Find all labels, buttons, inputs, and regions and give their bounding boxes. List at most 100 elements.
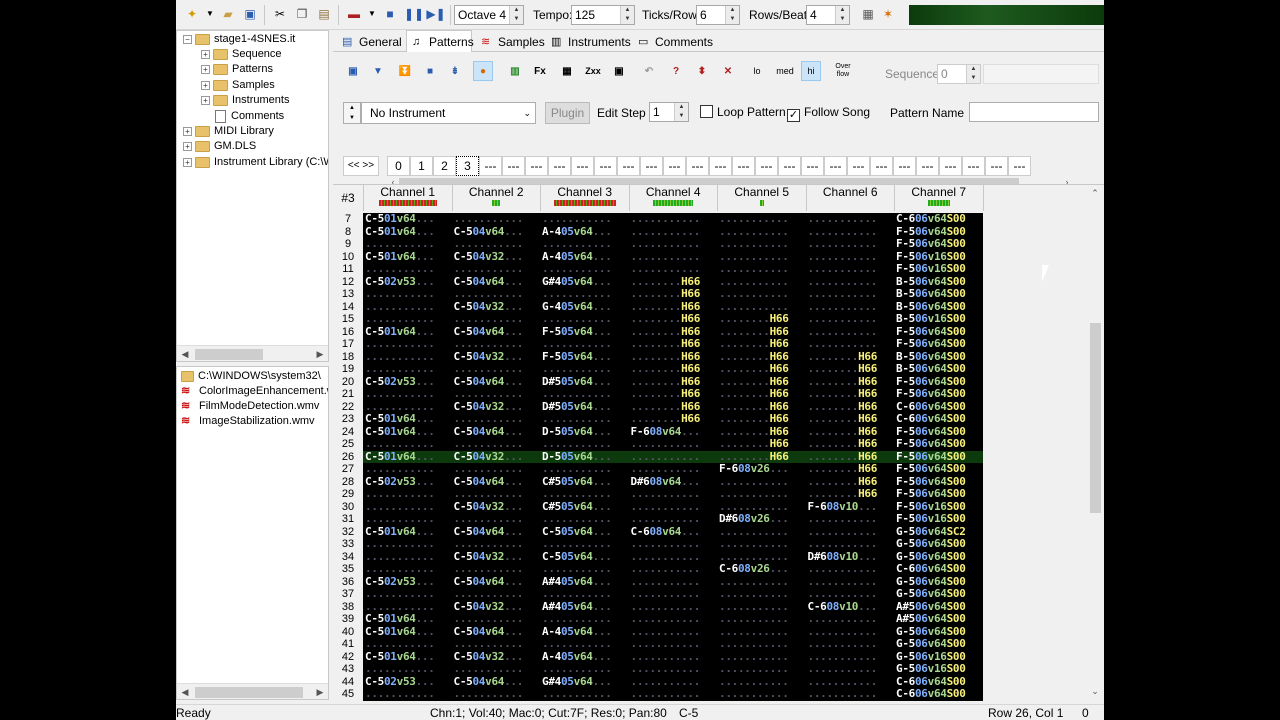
lo-button[interactable]: lo xyxy=(747,61,767,81)
file-dir[interactable]: C:\WINDOWS\system32\ xyxy=(181,369,321,384)
rows-per-beat-spinner[interactable]: 4 ▲ ▼ xyxy=(806,5,850,25)
order-nav-button[interactable]: << >> xyxy=(343,156,379,176)
order-item[interactable]: --- xyxy=(755,156,778,176)
ticks-spinner[interactable]: 6 ▲ ▼ xyxy=(696,5,740,25)
paste-icon[interactable]: ▤ xyxy=(316,6,332,22)
tree-item-comments[interactable]: Comments xyxy=(215,109,284,124)
channel-header[interactable]: Channel 6 xyxy=(806,185,895,211)
sequence-spinner[interactable]: 0 ▲ ▼ xyxy=(937,64,981,84)
order-item[interactable]: 3 xyxy=(456,156,479,176)
spin-arrows-icon[interactable]: ▲ ▼ xyxy=(966,65,980,83)
pattern-cell[interactable]: ........... xyxy=(719,687,789,701)
file-item[interactable]: ≋ ColorImageEnhancement.wr xyxy=(181,384,328,399)
octave-spinner[interactable]: Octave 4 ▲ ▼ xyxy=(454,5,524,25)
order-item[interactable]: --- xyxy=(939,156,962,176)
tab-general[interactable]: ▤ General xyxy=(337,32,403,52)
files-horizontal-scrollbar[interactable]: ◀ ▶ xyxy=(177,683,328,699)
order-item[interactable]: --- xyxy=(962,156,985,176)
pattern-cell[interactable]: ........... xyxy=(631,687,701,701)
collapse-icon[interactable]: − xyxy=(183,35,192,44)
open-folder-icon[interactable]: ▰ xyxy=(220,6,236,22)
order-item[interactable]: --- xyxy=(732,156,755,176)
tab-patterns[interactable]: ♫ Patterns xyxy=(406,30,474,53)
play-dropdown-icon[interactable]: ▼ xyxy=(364,6,380,22)
scrollbar-thumb[interactable] xyxy=(195,349,263,360)
order-item[interactable]: --- xyxy=(479,156,502,176)
pattern-cell[interactable]: C-606v64S00 xyxy=(896,687,966,701)
new-pattern-icon[interactable]: ▣ xyxy=(343,61,363,81)
tab-instruments[interactable]: ▥ Instruments xyxy=(546,32,631,52)
instrument-spin-icon[interactable]: ▲ ▼ xyxy=(343,102,361,124)
expand-icon[interactable]: + xyxy=(201,65,210,74)
cut-icon[interactable]: ✂ xyxy=(272,6,288,22)
pattern-name-input[interactable] xyxy=(969,102,1099,122)
scrollbar-thumb[interactable] xyxy=(195,687,303,698)
loop-pattern-checkbox[interactable]: Loop Pattern xyxy=(700,105,786,119)
play-row-icon[interactable]: ⇟ xyxy=(445,61,465,81)
channel-header[interactable]: Channel 7 xyxy=(895,185,984,211)
help-icon[interactable]: ? xyxy=(666,61,686,81)
scroll-left-icon[interactable]: ◀ xyxy=(177,346,193,361)
tempo-spinner[interactable]: 125 ▲ ▼ xyxy=(571,5,635,25)
spin-arrows-icon[interactable]: ▲ ▼ xyxy=(725,6,739,24)
order-item[interactable]: 1 xyxy=(410,156,433,176)
undo-icon[interactable]: ↶ xyxy=(639,61,659,81)
expand-icon[interactable]: + xyxy=(201,50,210,59)
expand-icon[interactable]: + xyxy=(183,158,192,167)
pattern-vertical-scrollbar[interactable]: ⌃ ⌄ xyxy=(1087,185,1104,701)
order-item[interactable]: --- xyxy=(686,156,709,176)
spin-arrows-icon[interactable]: ▲ ▼ xyxy=(509,6,523,24)
order-item[interactable]: --- xyxy=(778,156,801,176)
order-item[interactable]: --- xyxy=(893,156,916,176)
scroll-right-icon[interactable]: ▶ xyxy=(312,684,328,699)
new-file-icon[interactable]: ✦ xyxy=(184,6,200,22)
order-item[interactable]: --- xyxy=(663,156,686,176)
file-item[interactable]: ≋ FilmModeDetection.wmv xyxy=(181,399,319,414)
order-item[interactable]: --- xyxy=(640,156,663,176)
med-button[interactable]: med xyxy=(772,61,798,81)
effects-icon[interactable]: Fx xyxy=(530,61,550,81)
tree-view[interactable]: − stage1-4SNES.it + Sequence + Patterns … xyxy=(176,30,329,362)
order-item[interactable]: --- xyxy=(801,156,824,176)
hi-button[interactable]: hi xyxy=(801,61,821,81)
midi-icon[interactable]: ▣ xyxy=(609,61,629,81)
pattern-cell[interactable]: ........... xyxy=(808,687,878,701)
channel-header[interactable]: Channel 1 xyxy=(364,185,453,211)
channel-header[interactable]: Channel 4 xyxy=(629,185,718,211)
pattern-grid[interactable]: 7 C-501v64...............................… xyxy=(333,213,983,701)
transpose-icon[interactable]: ⬍ xyxy=(692,61,712,81)
tree-horizontal-scrollbar[interactable]: ◀ ▶ xyxy=(177,345,328,361)
song-properties-icon[interactable]: ▦ xyxy=(860,6,876,22)
plugin-button[interactable]: Plugin xyxy=(545,102,590,124)
spin-arrows-icon[interactable]: ▲ ▼ xyxy=(835,6,849,24)
instrument-dropdown[interactable]: No Instrument ⌄ xyxy=(361,102,536,124)
order-item[interactable]: --- xyxy=(617,156,640,176)
scroll-right-icon[interactable]: ▶ xyxy=(312,346,328,361)
arrow-down-icon[interactable]: ▼ xyxy=(368,61,388,81)
channel-header[interactable]: Channel 5 xyxy=(718,185,807,211)
tree-item-instruments[interactable]: + Instruments xyxy=(201,93,289,108)
tree-item-gm-dls[interactable]: + GM.DLS xyxy=(183,139,256,154)
copy-icon[interactable]: ❐ xyxy=(294,6,310,22)
tree-root[interactable]: − stage1-4SNES.it xyxy=(183,32,295,47)
order-item[interactable]: --- xyxy=(1008,156,1031,176)
tab-comments[interactable]: ▭ Comments xyxy=(633,32,713,52)
spin-arrows-icon[interactable]: ▲ ▼ xyxy=(620,6,634,24)
scrollbar-thumb[interactable] xyxy=(1090,323,1101,513)
amplify-icon[interactable]: Zxx xyxy=(583,61,603,81)
tree-item-samples[interactable]: + Samples xyxy=(201,78,275,93)
sequence-name-field[interactable] xyxy=(983,64,1099,84)
new-dropdown-icon[interactable]: ▼ xyxy=(202,6,218,22)
order-item[interactable]: --- xyxy=(870,156,893,176)
stop-icon[interactable]: ■ xyxy=(382,6,398,22)
pattern-cell[interactable]: ........... xyxy=(542,687,612,701)
scroll-down-icon[interactable]: ⌄ xyxy=(1087,683,1103,700)
order-item[interactable]: --- xyxy=(709,156,732,176)
tree-item-midi-library[interactable]: + MIDI Library xyxy=(183,124,274,139)
order-item[interactable]: --- xyxy=(824,156,847,176)
stop-pattern-icon[interactable]: ■ xyxy=(420,61,440,81)
metronome-icon[interactable]: ✶ xyxy=(880,6,896,22)
order-item[interactable]: --- xyxy=(847,156,870,176)
order-item[interactable]: --- xyxy=(571,156,594,176)
edit-step-spinner[interactable]: 1 ▲ ▼ xyxy=(649,102,689,122)
